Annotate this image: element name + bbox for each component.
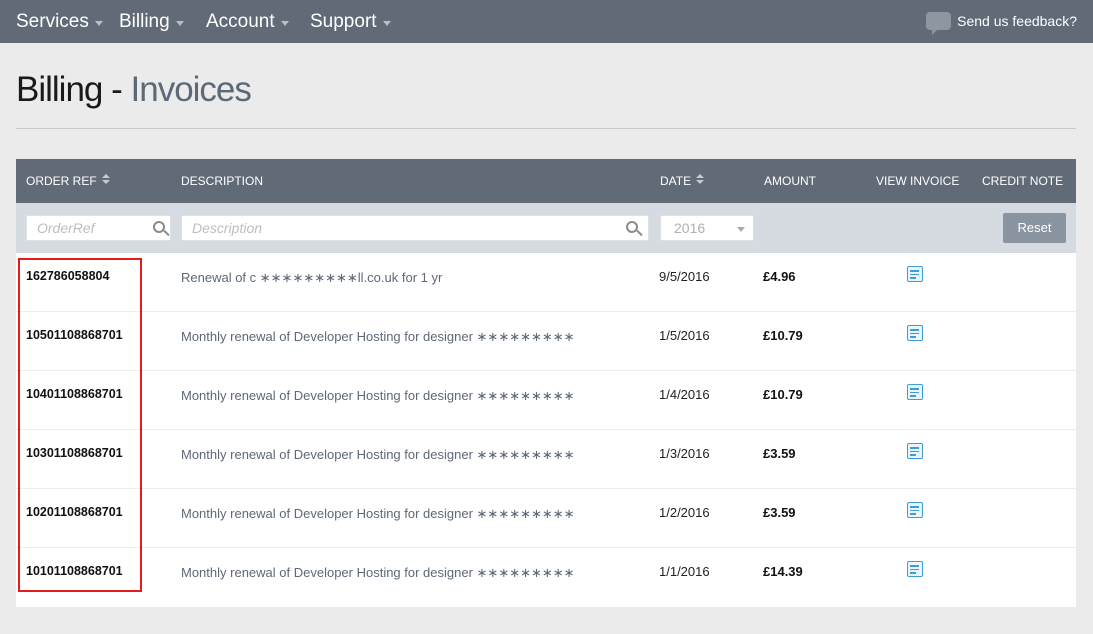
description-cell: Monthly renewal of Developer Hosting for… bbox=[181, 388, 575, 403]
order-ref-cell: 10201108868701 bbox=[26, 505, 123, 519]
nav-services[interactable]: Services bbox=[16, 11, 103, 33]
order-ref-cell: 10101108868701 bbox=[26, 564, 123, 578]
amount-cell: £14.39 bbox=[763, 564, 803, 579]
amount-cell: £4.96 bbox=[763, 269, 796, 284]
column-credit-note-label: CREDIT NOTE bbox=[982, 174, 1064, 188]
year-select-value: 2016 bbox=[674, 220, 706, 236]
amount-cell: £10.79 bbox=[763, 328, 803, 343]
nav-services-label: Services bbox=[16, 11, 89, 32]
chat-bubble-icon bbox=[926, 12, 952, 35]
description-filter-input[interactable] bbox=[181, 215, 649, 241]
sort-icon[interactable] bbox=[696, 174, 705, 186]
date-cell: 1/5/2016 bbox=[659, 328, 710, 343]
nav-support[interactable]: Support bbox=[310, 11, 391, 33]
column-description-label: DESCRIPTION bbox=[181, 174, 264, 188]
date-cell: 1/4/2016 bbox=[659, 387, 710, 402]
order-ref-cell: 10401108868701 bbox=[26, 387, 123, 401]
column-description: DESCRIPTION bbox=[181, 159, 263, 203]
column-date[interactable]: DATE bbox=[660, 159, 705, 203]
column-order-ref-label: ORDER REF bbox=[26, 174, 97, 188]
amount-cell: £3.59 bbox=[763, 505, 796, 520]
page-title-sub: Invoices bbox=[130, 70, 252, 109]
column-order-ref[interactable]: ORDER REF bbox=[26, 159, 110, 203]
table-body: 162786058804 Renewal of c ∗∗∗∗∗∗∗∗∗ll.co… bbox=[16, 253, 1076, 607]
feedback-label: Send us feedback? bbox=[957, 13, 1077, 29]
chevron-down-icon bbox=[280, 20, 289, 26]
date-cell: 9/5/2016 bbox=[659, 269, 710, 284]
view-invoice-document-icon[interactable] bbox=[907, 266, 923, 282]
table-header: ORDER REF DESCRIPTION DATE AMOUNT VIEW I… bbox=[16, 159, 1076, 203]
view-invoice-document-icon[interactable] bbox=[907, 443, 923, 459]
column-credit-note: CREDIT NOTE bbox=[982, 159, 1063, 203]
reset-button[interactable]: Reset bbox=[1003, 213, 1066, 243]
view-invoice-document-icon[interactable] bbox=[907, 502, 923, 518]
view-invoice-document-icon[interactable] bbox=[907, 561, 923, 577]
page-title-main: Billing - bbox=[16, 70, 123, 109]
view-invoice-document-icon[interactable] bbox=[907, 325, 923, 341]
nav-account-label: Account bbox=[206, 11, 275, 32]
invoices-table: ORDER REF DESCRIPTION DATE AMOUNT VIEW I… bbox=[16, 159, 1076, 607]
table-row: 10501108868701 Monthly renewal of Develo… bbox=[16, 312, 1076, 371]
search-icon[interactable] bbox=[153, 221, 165, 233]
column-view-invoice-label: VIEW INVOICE bbox=[876, 174, 960, 188]
view-invoice-document-icon[interactable] bbox=[907, 384, 923, 400]
order-ref-cell: 162786058804 bbox=[26, 269, 110, 283]
amount-cell: £10.79 bbox=[763, 387, 803, 402]
date-cell: 1/1/2016 bbox=[659, 564, 710, 579]
filter-row: 2016 Reset bbox=[16, 203, 1076, 253]
nav-account[interactable]: Account bbox=[206, 11, 289, 33]
description-cell: Monthly renewal of Developer Hosting for… bbox=[181, 329, 575, 344]
chevron-down-icon bbox=[737, 227, 745, 232]
chevron-down-icon bbox=[382, 20, 391, 26]
feedback-link[interactable]: Send us feedback? bbox=[926, 12, 1077, 35]
table-row: 10301108868701 Monthly renewal of Develo… bbox=[16, 430, 1076, 489]
date-cell: 1/2/2016 bbox=[659, 505, 710, 520]
description-cell: Monthly renewal of Developer Hosting for… bbox=[181, 447, 575, 462]
title-divider bbox=[16, 128, 1076, 129]
year-select[interactable]: 2016 bbox=[660, 215, 754, 241]
nav-support-label: Support bbox=[310, 11, 377, 32]
table-row: 10401108868701 Monthly renewal of Develo… bbox=[16, 371, 1076, 430]
table-row: 10201108868701 Monthly renewal of Develo… bbox=[16, 489, 1076, 548]
column-date-label: DATE bbox=[660, 174, 692, 188]
amount-cell: £3.59 bbox=[763, 446, 796, 461]
order-ref-cell: 10501108868701 bbox=[26, 328, 123, 342]
page-title: Billing - Invoices bbox=[16, 70, 252, 110]
description-cell: Renewal of c ∗∗∗∗∗∗∗∗∗ll.co.uk for 1 yr bbox=[181, 270, 443, 285]
column-amount-label: AMOUNT bbox=[764, 174, 816, 188]
nav-billing[interactable]: Billing bbox=[119, 11, 184, 33]
table-row: 10101108868701 Monthly renewal of Develo… bbox=[16, 548, 1076, 607]
column-view-invoice: VIEW INVOICE bbox=[876, 159, 959, 203]
order-ref-cell: 10301108868701 bbox=[26, 446, 123, 460]
chevron-down-icon bbox=[175, 20, 184, 26]
description-cell: Monthly renewal of Developer Hosting for… bbox=[181, 506, 575, 521]
table-row: 162786058804 Renewal of c ∗∗∗∗∗∗∗∗∗ll.co… bbox=[16, 253, 1076, 312]
search-icon[interactable] bbox=[626, 221, 638, 233]
column-amount: AMOUNT bbox=[764, 159, 816, 203]
date-cell: 1/3/2016 bbox=[659, 446, 710, 461]
nav-billing-label: Billing bbox=[119, 11, 170, 32]
sort-icon[interactable] bbox=[101, 174, 110, 186]
order-ref-filter-input[interactable] bbox=[26, 215, 171, 241]
chevron-down-icon bbox=[94, 20, 103, 26]
description-cell: Monthly renewal of Developer Hosting for… bbox=[181, 565, 575, 580]
top-navigation: Services Billing Account Support Send us… bbox=[0, 0, 1093, 43]
